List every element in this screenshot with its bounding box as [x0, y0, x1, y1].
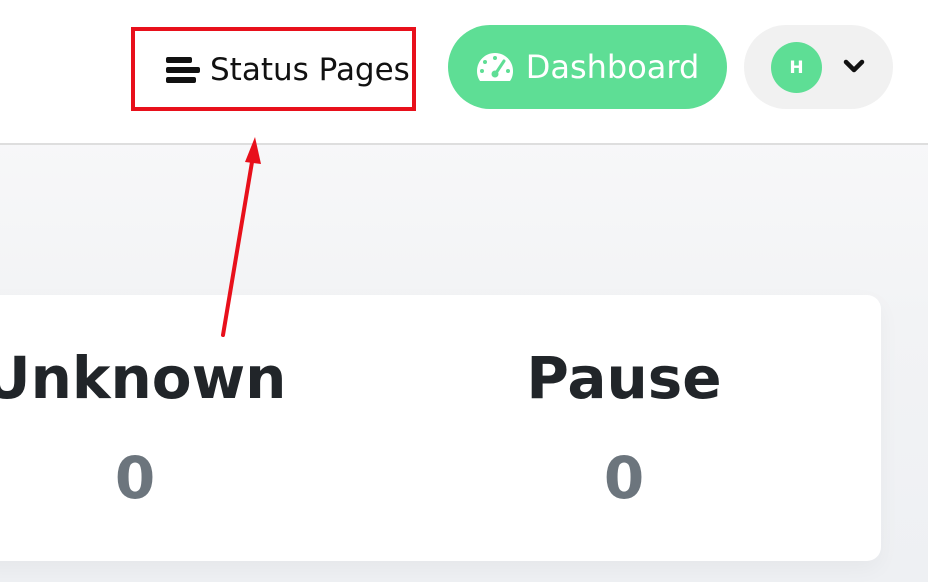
chevron-down-icon	[843, 59, 865, 73]
speedometer-icon	[476, 53, 513, 81]
stat-unknown-label: Unknown	[0, 344, 287, 412]
dashboard-button[interactable]: Dashboard	[448, 25, 727, 109]
stat-pause-value: 0	[603, 444, 645, 512]
stat-unknown-value: 0	[114, 444, 156, 512]
stat-unknown: Unknown 0	[0, 349, 300, 507]
avatar: H	[771, 42, 822, 93]
stat-pause-label: Pause	[526, 344, 722, 412]
profile-dropdown[interactable]: H	[744, 25, 893, 109]
monitor-stats-card: Unknown 0 Pause 0	[0, 295, 881, 561]
dashboard-label: Dashboard	[525, 48, 700, 86]
top-header: Status Pages Dashboard H	[0, 0, 928, 145]
annotation-highlight-box	[131, 27, 416, 111]
stat-pause: Pause 0	[469, 349, 779, 507]
